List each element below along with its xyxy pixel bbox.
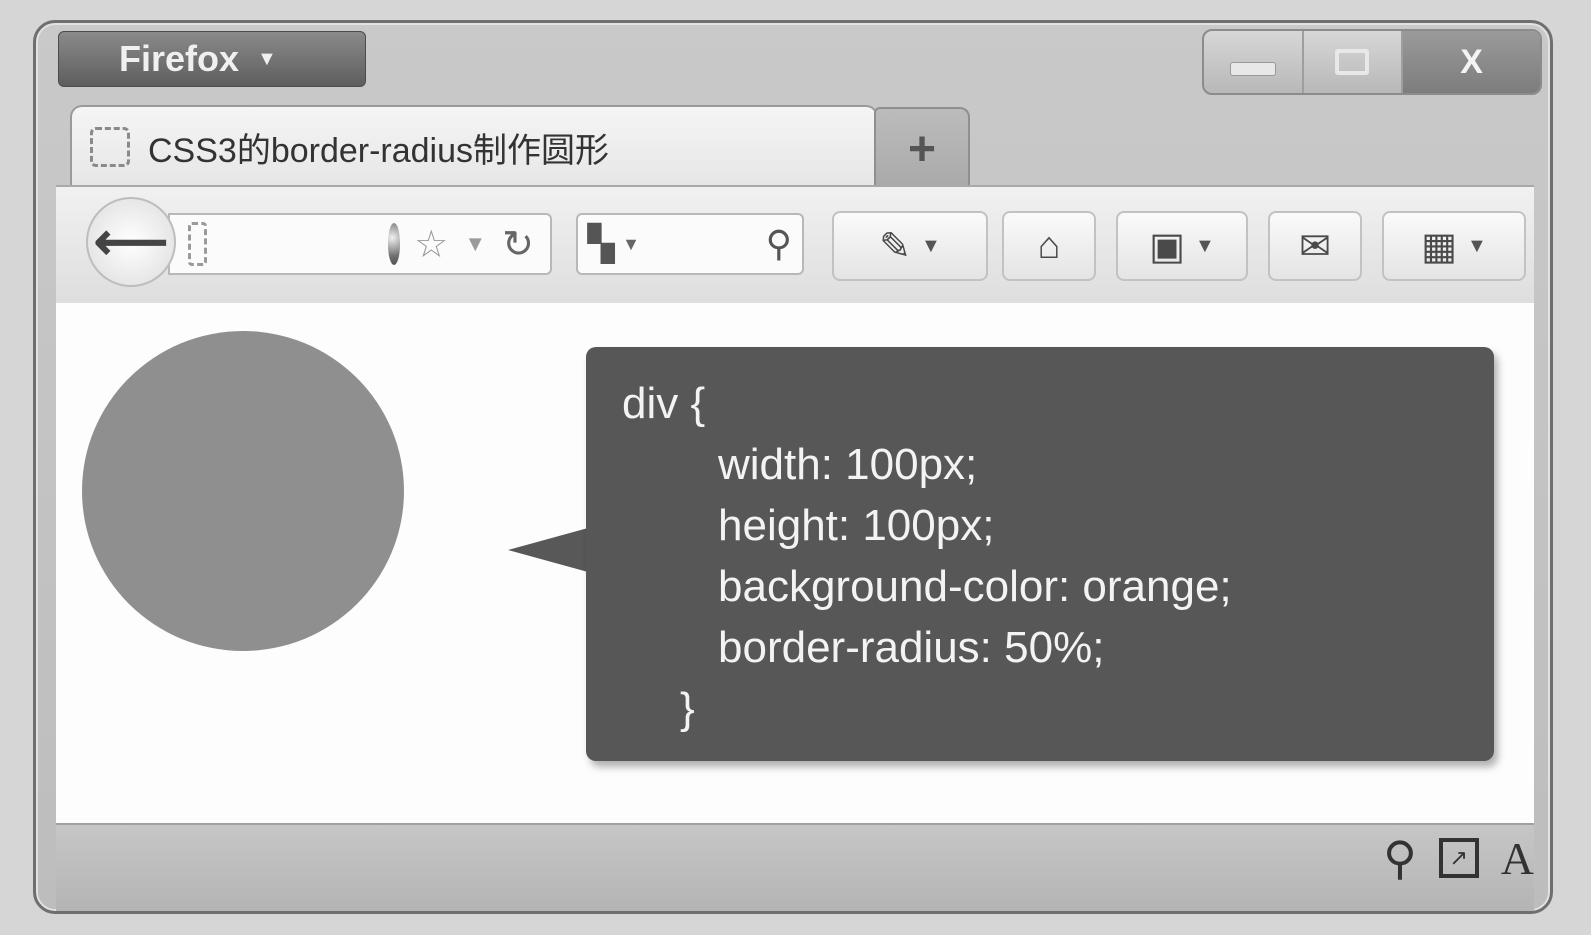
minimize-icon <box>1229 62 1276 76</box>
chevron-down-icon: ▼ <box>257 47 277 70</box>
minimize-button[interactable] <box>1204 31 1304 93</box>
dropdown-arrow-icon[interactable]: ▼ <box>464 231 486 257</box>
firefox-menu-label: Firefox <box>119 38 240 79</box>
search-engine-icon[interactable]: ▚ <box>588 224 614 264</box>
addons-icon: ▦ <box>1421 225 1458 268</box>
plus-icon: + <box>907 122 937 176</box>
maximize-button[interactable] <box>1304 31 1404 93</box>
site-identity-icon[interactable] <box>188 222 207 266</box>
bookmarks-button[interactable]: ▣ ▼ <box>1116 211 1248 281</box>
addons-button[interactable]: ▦ ▼ <box>1382 211 1526 281</box>
screenshot-icon: ✎ <box>879 225 912 268</box>
code-callout: div { width: 100px; height: 100px; backg… <box>586 347 1494 761</box>
page-favicon-icon <box>90 127 130 167</box>
magnifier-icon[interactable]: ⚲ <box>1383 831 1417 885</box>
navigation-toolbar: ☆ ▼ ↻ ⟵ ▚ ▼ ⚲ ✎ ▼ ⌂ ▣ ▼ ✉ ▦ ▼ <box>56 185 1534 305</box>
screenshot-button[interactable]: ✎ ▼ <box>832 211 988 281</box>
back-arrow-icon: ⟵ <box>93 213 169 271</box>
reload-icon[interactable]: ↻ <box>502 222 534 267</box>
globe-icon <box>387 223 401 265</box>
new-tab-button[interactable]: + <box>874 107 970 189</box>
code-line-background: background-color: orange; <box>718 562 1232 611</box>
code-line-selector: div { <box>622 379 706 428</box>
chevron-down-icon[interactable]: ▼ <box>1195 235 1215 258</box>
tab-title: CSS3的border-radius制作圆形 <box>148 131 610 170</box>
search-bar[interactable]: ▚ ▼ ⚲ <box>576 213 804 275</box>
demo-circle <box>82 331 404 651</box>
code-line-border-radius: border-radius: 50%; <box>718 623 1105 672</box>
address-bar[interactable]: ☆ ▼ ↻ <box>168 213 552 275</box>
bookmarks-icon: ▣ <box>1149 225 1186 268</box>
search-icon[interactable]: ⚲ <box>766 223 792 265</box>
code-line-width: width: 100px; <box>718 440 978 489</box>
url-input[interactable] <box>206 214 388 274</box>
firefox-menu-button[interactable]: Firefox ▼ <box>58 31 366 87</box>
status-bar: ⚲ ↗ A <box>56 823 1534 911</box>
status-icons: ⚲ ↗ A <box>1383 831 1534 885</box>
addon-bar-icon[interactable]: ↗ <box>1438 838 1479 878</box>
search-input[interactable] <box>647 230 766 258</box>
code-line-height: height: 100px; <box>718 501 995 550</box>
callout-pointer <box>508 528 588 572</box>
code-line-close: } <box>680 684 695 733</box>
close-icon: X <box>1460 42 1483 81</box>
home-icon: ⌂ <box>1037 224 1061 267</box>
close-button[interactable]: X <box>1403 31 1540 93</box>
font-icon[interactable]: A <box>1501 832 1534 885</box>
mail-button[interactable]: ✉ <box>1268 211 1362 281</box>
home-button[interactable]: ⌂ <box>1002 211 1096 281</box>
window-controls: X <box>1202 29 1542 95</box>
back-button[interactable]: ⟵ <box>86 197 176 287</box>
tab-active[interactable]: CSS3的border-radius制作圆形 <box>70 105 878 187</box>
maximize-icon <box>1335 49 1370 75</box>
page-content: div { width: 100px; height: 100px; backg… <box>56 303 1534 823</box>
star-icon[interactable]: ☆ <box>414 222 448 267</box>
mail-icon: ✉ <box>1299 225 1331 268</box>
browser-window: Firefox ▼ X CSS3的border-radius制作圆形 + ☆ ▼… <box>33 20 1553 914</box>
chevron-down-icon[interactable]: ▼ <box>1467 235 1487 258</box>
chevron-down-icon[interactable]: ▼ <box>622 234 640 255</box>
chevron-down-icon[interactable]: ▼ <box>921 235 941 258</box>
